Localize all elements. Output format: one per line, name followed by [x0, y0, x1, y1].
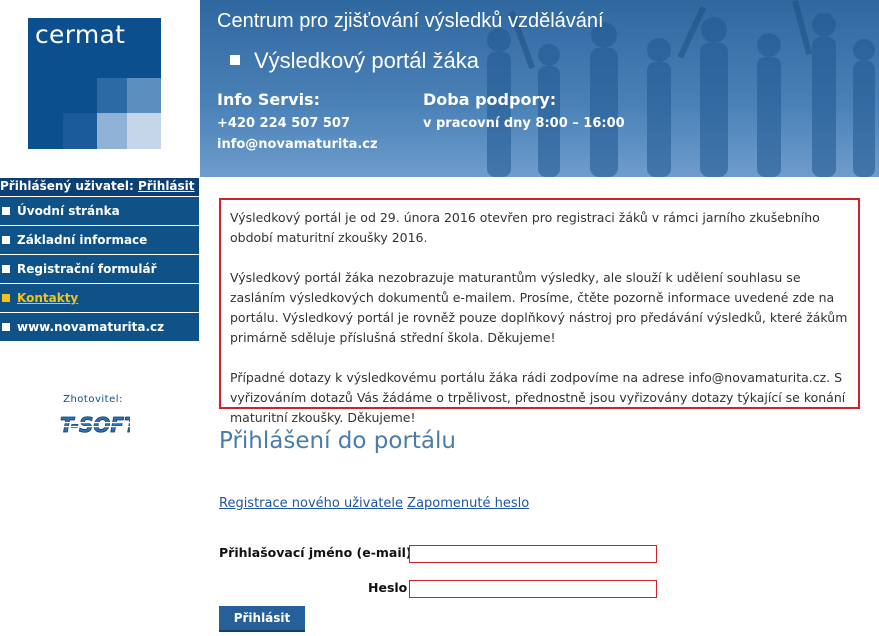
forgot-password-link[interactable]: Zapomenuté heslo: [407, 496, 529, 511]
header-banner: Centrum pro zjišťování výsledků vzdělává…: [200, 0, 879, 177]
password-label: Heslo: [368, 580, 408, 595]
info-servis-email: info@novamaturita.cz: [217, 137, 378, 152]
login-link[interactable]: Přihlásit: [138, 179, 195, 193]
register-link[interactable]: Registrace nového uživatele: [219, 496, 403, 511]
info-servis-block: Info Servis: +420 224 507 507 info@novam…: [217, 90, 378, 155]
info-servis-phone: +420 224 507 507: [217, 116, 351, 131]
square-bullet-icon: [2, 236, 10, 244]
logged-user-bar: Přihlášený uživatel: Přihlásit: [0, 178, 199, 196]
square-bullet-icon: [2, 265, 10, 273]
username-label: Přihlašovací jméno (e-mail): [219, 545, 412, 560]
login-links: Registrace nového uživatele Zapomenuté h…: [219, 496, 529, 511]
logo-square: [127, 78, 161, 113]
square-bullet-icon: [2, 207, 10, 215]
logged-user-label: Přihlášený uživatel:: [0, 179, 134, 193]
sidebar-item-label: Kontakty: [17, 291, 79, 305]
notice-box: Výsledkový portál je od 29. února 2016 o…: [219, 198, 860, 425]
notice-paragraph: Výsledkový portál žáka nezobrazuje matur…: [230, 270, 848, 345]
logo-square: [63, 113, 97, 149]
notice-paragraph: Případné dotazy k výsledkovému portálu ž…: [230, 370, 846, 425]
info-servis-heading: Info Servis:: [217, 90, 320, 109]
logo-square: [97, 78, 127, 113]
sidebar-item-label: Registrační formulář: [17, 262, 157, 276]
portal-subtitle-text: Výsledkový portál žáka: [254, 48, 479, 73]
square-bullet-icon: [2, 294, 10, 302]
support-hours-block: Doba podpory: v pracovní dny 8:00 – 16:0…: [423, 90, 625, 134]
sidebar-item-contacts[interactable]: Kontakty: [0, 284, 199, 313]
logo-square: [127, 113, 161, 149]
sidebar-nav: Úvodní stránka Základní informace Regist…: [0, 197, 199, 342]
sidebar-item-basic-info[interactable]: Základní informace: [0, 226, 199, 255]
notice-paragraph: Výsledkový portál je od 29. února 2016 o…: [230, 210, 820, 245]
sidebar-item-label: www.novamaturita.cz: [17, 320, 165, 334]
support-hours: v pracovní dny 8:00 – 16:00: [423, 116, 625, 131]
sidebar-item-label: Úvodní stránka: [17, 204, 120, 218]
sidebar-item-novamaturita[interactable]: www.novamaturita.cz: [0, 313, 199, 342]
login-submit-button[interactable]: Přihlásit: [219, 606, 305, 632]
square-bullet-icon: [2, 323, 10, 331]
square-bullet-icon: [230, 55, 240, 66]
password-field[interactable]: [409, 580, 657, 598]
sidebar-item-label: Základní informace: [17, 233, 148, 247]
cermat-logo[interactable]: cermat: [28, 18, 161, 149]
maker-label: Zhotovitel:: [63, 394, 123, 405]
tsoft-logo-text: T-SOFT: [60, 413, 130, 437]
sidebar-item-home[interactable]: Úvodní stránka: [0, 197, 199, 226]
login-title: Přihlášení do portálu: [219, 428, 456, 454]
username-field[interactable]: [409, 545, 657, 563]
support-heading: Doba podpory:: [423, 90, 557, 109]
portal-subtitle: Výsledkový portál žáka: [230, 48, 479, 74]
tsoft-logo[interactable]: T-SOFT: [58, 408, 130, 440]
logo-square: [97, 113, 127, 149]
sidebar-item-registration-form[interactable]: Registrační formulář: [0, 255, 199, 284]
logo-text: cermat: [35, 20, 126, 49]
site-title: Centrum pro zjišťování výsledků vzdělává…: [217, 10, 604, 32]
